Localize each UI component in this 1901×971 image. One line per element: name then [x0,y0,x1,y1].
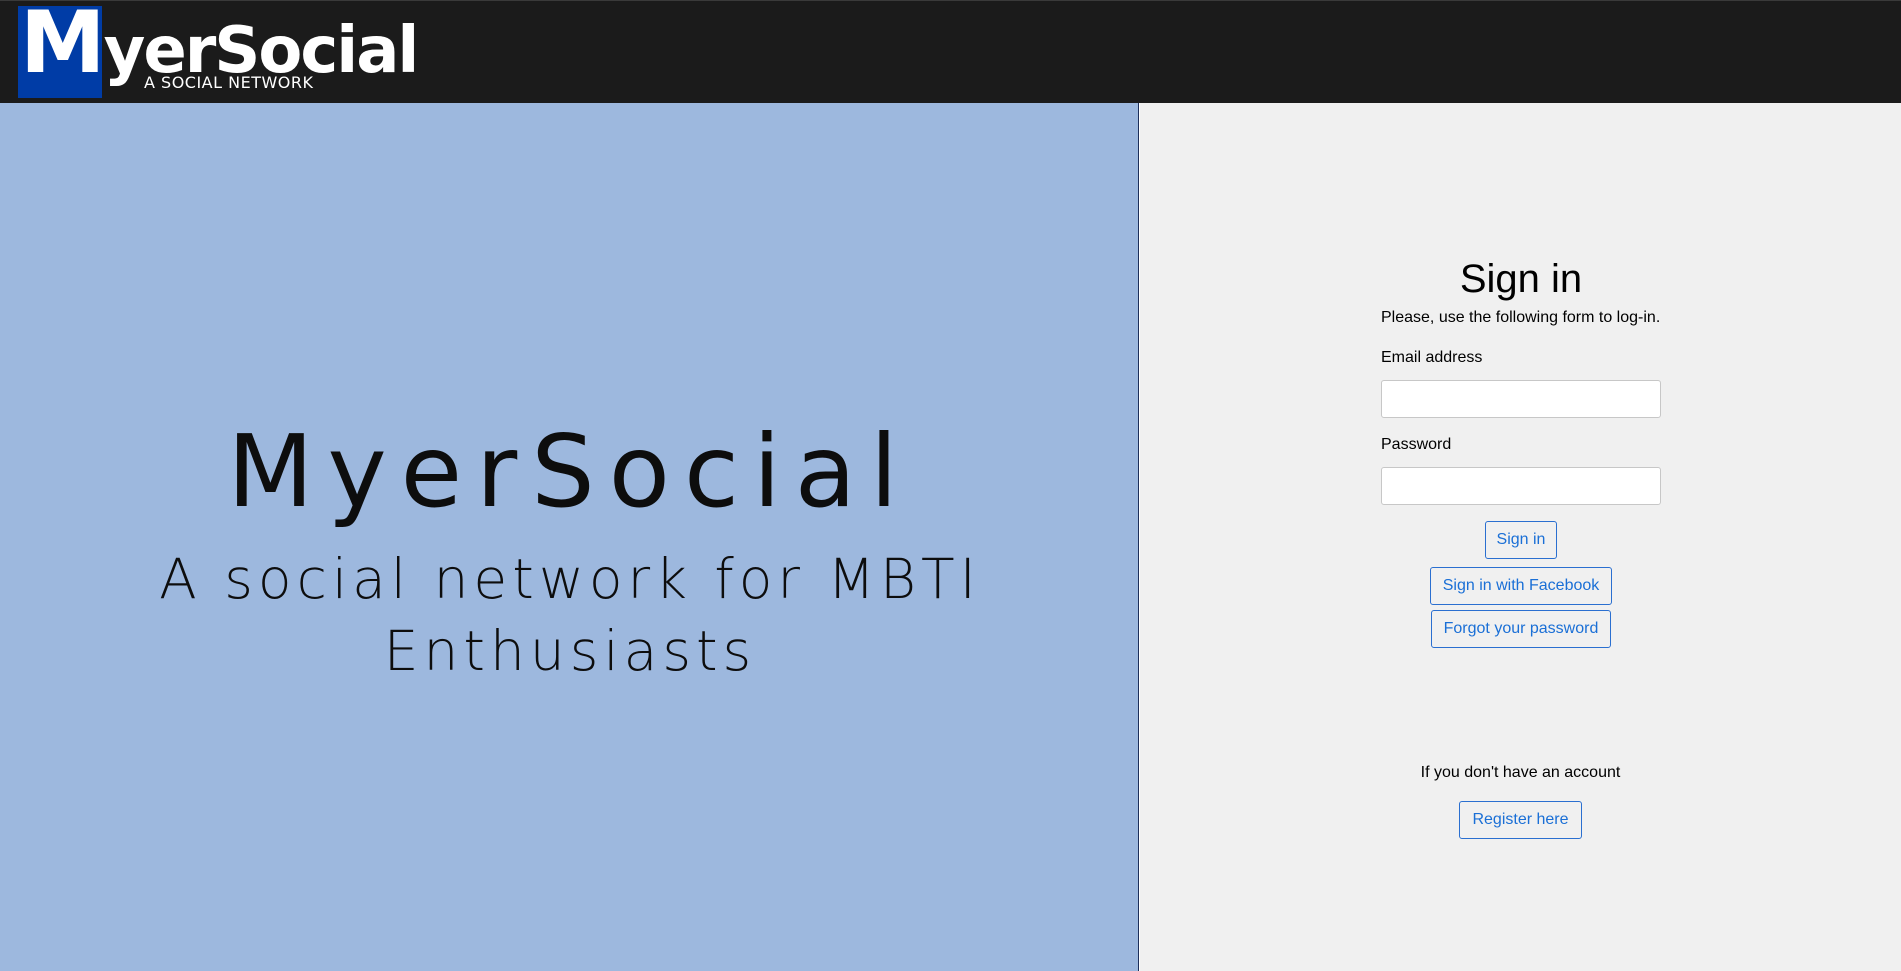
email-input[interactable] [1381,380,1661,418]
logo-initial: M [20,0,106,93]
logo-tagline: A SOCIAL NETWORK [144,73,314,92]
password-input[interactable] [1381,467,1661,505]
signin-form: Sign in Please, use the following form t… [1381,253,1661,648]
signin-button[interactable]: Sign in [1484,521,1558,559]
signin-panel: Sign in Please, use the following form t… [1140,103,1901,971]
forgot-password-button[interactable]: Forgot your password [1430,610,1612,648]
hero-panel: MyerSocial A social network for MBTI Ent… [0,103,1139,971]
email-label: Email address [1381,349,1483,366]
top-navbar: MyerSocial A SOCIAL NETWORK [0,0,1901,103]
brand-logo[interactable]: MyerSocial A SOCIAL NETWORK [18,0,419,98]
register-section: If you don't have an account Register he… [1140,764,1901,839]
register-button[interactable]: Register here [1459,801,1582,839]
signin-title: Sign in [1459,257,1583,301]
hero-subtitle: A social network for MBTI Enthusiasts [159,547,981,683]
signin-facebook-button[interactable]: Sign in with Facebook [1429,567,1613,605]
register-prompt: If you don't have an account [1420,764,1621,781]
hero-title: MyerSocial [227,413,912,530]
signin-intro-text: Please, use the following form to log-in… [1381,309,1661,326]
password-label: Password [1381,436,1452,453]
